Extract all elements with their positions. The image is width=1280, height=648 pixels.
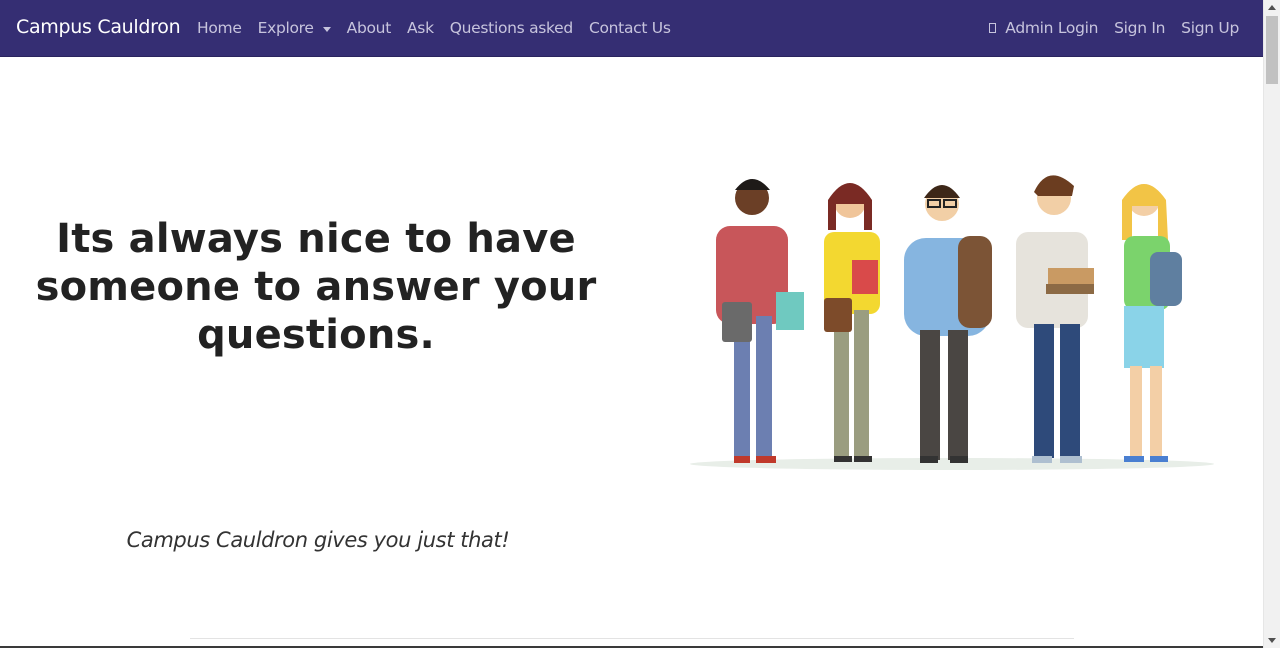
nav-link-about[interactable]: About <box>347 19 392 37</box>
student-figure <box>904 185 992 463</box>
nav-dropdown-explore-label: Explore <box>257 19 314 37</box>
section-divider <box>190 638 1074 639</box>
hero-headline-line: questions. <box>197 312 435 358</box>
students-illustration <box>690 175 1214 470</box>
page-scrollbar[interactable] <box>1263 0 1280 648</box>
nav-link-admin-login-label: Admin Login <box>1005 19 1099 37</box>
nav-link-ask[interactable]: Ask <box>407 19 434 37</box>
top-navbar: Campus Cauldron Home Explore About Ask Q… <box>0 0 1263 57</box>
student-figure <box>716 179 804 463</box>
nav-link-sign-up[interactable]: Sign Up <box>1181 19 1239 37</box>
student-figure <box>1122 184 1182 462</box>
hero-headline: Its always nice to have someone to answe… <box>30 215 602 359</box>
brand-logo-text[interactable]: Campus Cauldron <box>16 16 181 38</box>
caret-down-icon <box>322 26 331 32</box>
admin-icon <box>989 23 997 33</box>
student-figure <box>824 183 880 462</box>
scrollbar-thumb[interactable] <box>1266 16 1278 84</box>
nav-link-sign-in[interactable]: Sign In <box>1114 19 1165 37</box>
student-figure <box>1016 175 1094 463</box>
nav-link-admin-login[interactable]: Admin Login <box>989 19 1098 37</box>
nav-link-contact-us[interactable]: Contact Us <box>589 19 671 37</box>
nav-link-home[interactable]: Home <box>197 19 242 37</box>
hero-headline-line: Its always nice to have <box>56 216 576 262</box>
nav-link-questions-asked[interactable]: Questions asked <box>450 19 574 37</box>
hero-headline-line: someone to answer your <box>35 264 597 310</box>
scroll-down-arrow-icon[interactable] <box>1268 638 1276 643</box>
nav-dropdown-explore[interactable]: Explore <box>258 19 331 37</box>
nav-left-group: Home Explore About Ask Questions asked C… <box>197 19 671 37</box>
nav-right-group: Admin Login Sign In Sign Up <box>989 19 1239 37</box>
scroll-up-arrow-icon[interactable] <box>1268 5 1276 10</box>
hero-tagline: Campus Cauldron gives you just that! <box>126 528 510 552</box>
